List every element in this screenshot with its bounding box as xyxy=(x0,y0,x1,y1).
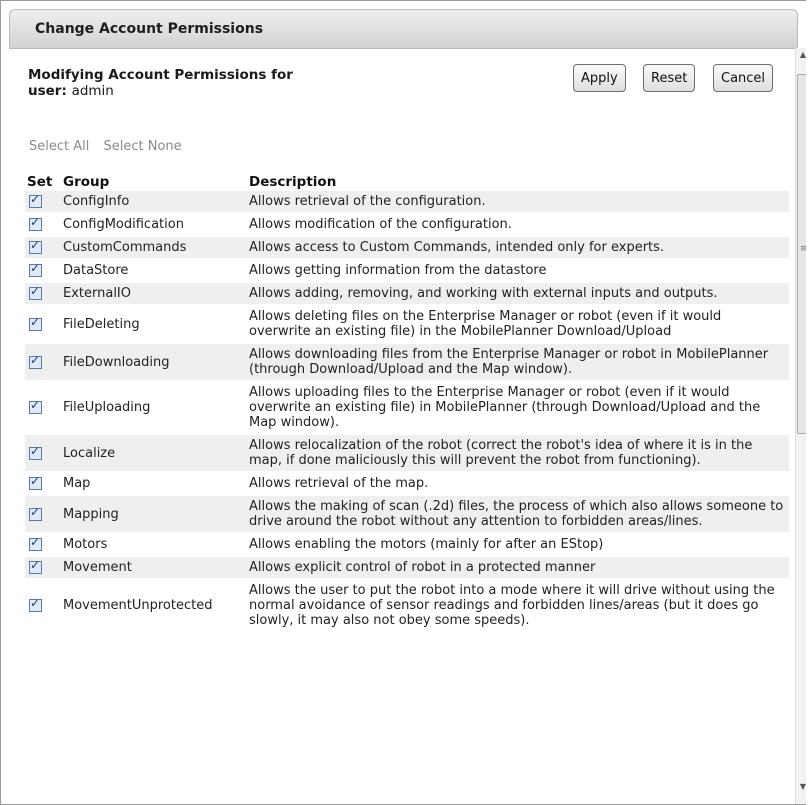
table-row: MapAllows retrieval of the map. xyxy=(25,472,789,496)
table-row: DataStoreAllows getting information from… xyxy=(25,259,789,283)
group-cell: ConfigInfo xyxy=(61,191,247,214)
permission-checkbox[interactable] xyxy=(29,398,42,414)
permission-checkbox[interactable] xyxy=(29,474,42,490)
set-cell xyxy=(25,381,61,435)
permission-checkbox[interactable] xyxy=(29,558,42,574)
table-row: CustomCommandsAllows access to Custom Co… xyxy=(25,236,789,260)
group-cell: ExternalIO xyxy=(61,282,247,306)
heading-line: Modifying Account Permissions for xyxy=(28,67,293,83)
group-cell: Map xyxy=(61,472,247,496)
group-cell: FileDownloading xyxy=(61,343,247,382)
heading-username: admin xyxy=(71,83,114,99)
set-cell xyxy=(25,236,61,260)
heading-user-line: user: admin xyxy=(28,83,293,99)
permission-checkbox[interactable] xyxy=(29,238,42,254)
table-row: LocalizeAllows relocalization of the rob… xyxy=(25,434,789,473)
set-cell xyxy=(25,343,61,382)
select-all-link[interactable]: Select All xyxy=(29,139,89,154)
set-cell xyxy=(25,533,61,557)
permission-checkbox[interactable] xyxy=(29,535,42,551)
description-cell: Allows access to Custom Commands, intend… xyxy=(247,236,789,260)
group-column-header: Group xyxy=(63,174,110,190)
table-header-row: Set Group Description xyxy=(25,173,789,191)
permission-checkbox[interactable] xyxy=(29,284,42,300)
group-cell: DataStore xyxy=(61,259,247,283)
table-row: ConfigInfoAllows retrieval of the config… xyxy=(25,191,789,214)
description-cell: Allows uploading files to the Enterprise… xyxy=(247,381,789,435)
page-heading: Modifying Account Permissions for user: … xyxy=(28,67,293,99)
set-cell xyxy=(25,556,61,580)
table-row: MotorsAllows enabling the motors (mainly… xyxy=(25,533,789,557)
permissions-dialog: Change Account Permissions Modifying Acc… xyxy=(0,0,806,805)
selection-links: Select All Select None xyxy=(29,139,192,154)
description-cell: Allows deleting files on the Enterprise … xyxy=(247,305,789,344)
vertical-scrollbar[interactable]: ▲ ≡ ▼ xyxy=(795,48,806,804)
set-cell xyxy=(25,213,61,237)
permission-checkbox[interactable] xyxy=(29,215,42,231)
description-cell: Allows downloading files from the Enterp… xyxy=(247,343,789,382)
permission-checkbox[interactable] xyxy=(29,261,42,277)
description-cell: Allows getting information from the data… xyxy=(247,259,789,283)
group-cell: Localize xyxy=(61,434,247,473)
reset-button[interactable]: Reset xyxy=(643,64,696,92)
table-row: FileUploadingAllows uploading files to t… xyxy=(25,381,789,435)
table-row: FileDownloadingAllows downloading files … xyxy=(25,343,789,382)
heading-user-label: user: xyxy=(28,83,67,99)
dialog-title: Change Account Permissions xyxy=(35,21,264,37)
table-row: MovementUnprotectedAllows the user to pu… xyxy=(25,579,789,633)
table-row: ConfigModificationAllows modification of… xyxy=(25,213,789,237)
description-cell: Allows adding, removing, and working wit… xyxy=(247,282,789,306)
permission-checkbox[interactable] xyxy=(29,505,42,521)
select-none-link[interactable]: Select None xyxy=(104,139,182,154)
permission-checkbox[interactable] xyxy=(29,315,42,331)
description-cell: Allows the making of scan (.2d) files, t… xyxy=(247,495,789,534)
set-cell xyxy=(25,472,61,496)
scroll-up-arrow-icon[interactable]: ▲ xyxy=(796,48,806,62)
set-cell xyxy=(25,305,61,344)
description-cell: Allows modification of the configuration… xyxy=(247,213,789,237)
description-column-header: Description xyxy=(249,174,337,190)
group-cell: Mapping xyxy=(61,495,247,534)
permission-checkbox[interactable] xyxy=(29,353,42,369)
group-cell: FileUploading xyxy=(61,381,247,435)
description-cell: Allows retrieval of the map. xyxy=(247,472,789,496)
table-row: MovementAllows explicit control of robot… xyxy=(25,556,789,580)
description-cell: Allows the user to put the robot into a … xyxy=(247,579,789,633)
permissions-table: Set Group Description ConfigInfoAllows r… xyxy=(25,173,789,633)
apply-button[interactable]: Apply xyxy=(573,64,626,92)
table-row: MappingAllows the making of scan (.2d) f… xyxy=(25,495,789,534)
dialog-content: Modifying Account Permissions for user: … xyxy=(9,48,795,804)
set-cell xyxy=(25,434,61,473)
group-cell: FileDeleting xyxy=(61,305,247,344)
group-cell: Movement xyxy=(61,556,247,580)
permission-checkbox[interactable] xyxy=(29,596,42,612)
description-cell: Allows enabling the motors (mainly for a… xyxy=(247,533,789,557)
permission-checkbox[interactable] xyxy=(29,444,42,460)
table-row: FileDeletingAllows deleting files on the… xyxy=(25,305,789,344)
permission-checkbox[interactable] xyxy=(29,192,42,208)
table-row: ExternalIOAllows adding, removing, and w… xyxy=(25,282,789,306)
set-cell xyxy=(25,495,61,534)
group-cell: CustomCommands xyxy=(61,236,247,260)
group-cell: ConfigModification xyxy=(61,213,247,237)
set-cell xyxy=(25,191,61,214)
cancel-button[interactable]: Cancel xyxy=(713,64,774,92)
description-cell: Allows relocalization of the robot (corr… xyxy=(247,434,789,473)
set-cell xyxy=(25,282,61,306)
description-cell: Allows retrieval of the configuration. xyxy=(247,191,789,214)
dialog-titlebar: Change Account Permissions xyxy=(9,9,798,49)
set-column-header: Set xyxy=(27,174,53,190)
scroll-down-arrow-icon[interactable]: ▼ xyxy=(796,780,806,794)
set-cell xyxy=(25,579,61,633)
description-cell: Allows explicit control of robot in a pr… xyxy=(247,556,789,580)
group-cell: MovementUnprotected xyxy=(61,579,247,633)
set-cell xyxy=(25,259,61,283)
scrollbar-thumb[interactable]: ≡ xyxy=(797,74,806,434)
group-cell: Motors xyxy=(61,533,247,557)
grip-icon: ≡ xyxy=(800,245,806,254)
